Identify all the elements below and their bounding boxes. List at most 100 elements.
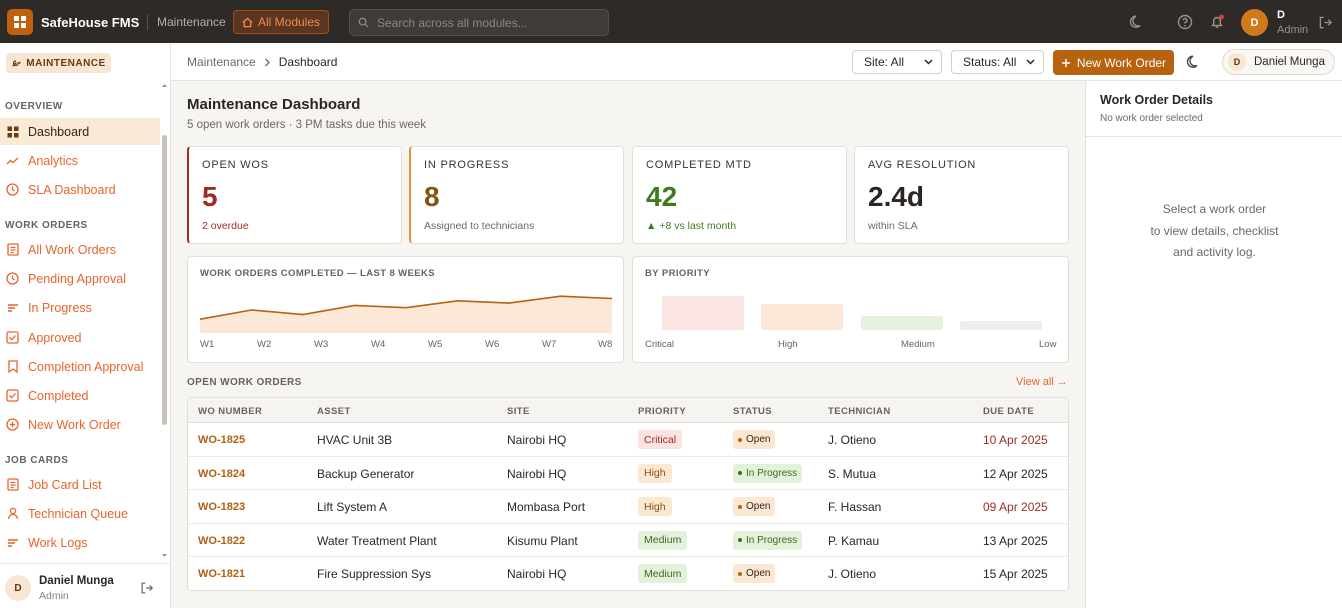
sidebar-item-label: Dashboard — [28, 124, 90, 139]
sidebar: MAINTENANCE OVERVIEW Dashboard Analytics… — [0, 43, 171, 608]
sidebar-scrollbar[interactable] — [162, 83, 167, 603]
site-filter-value: Site: All — [864, 55, 905, 69]
due-date-cell: 10 Apr 2025 — [983, 433, 1048, 447]
kpi-completed-mtd[interactable]: COMPLETED MTD 42 ▲ +8 vs last month — [632, 146, 847, 244]
help-icon[interactable] — [1176, 13, 1194, 31]
page-subtitle: 5 open work orders · 3 PM tasks due this… — [187, 119, 427, 131]
wo-number-link[interactable]: WO-1825 — [198, 434, 245, 446]
sidebar-item-pending-approval[interactable]: Pending Approval — [0, 265, 160, 292]
wo-number-link[interactable]: WO-1823 — [198, 501, 245, 513]
logout-icon[interactable] — [140, 581, 154, 595]
site-cell: Nairobi HQ — [507, 466, 567, 481]
module-chip: MAINTENANCE — [6, 53, 111, 73]
kpi-avg-resolution[interactable]: AVG RESOLUTION 2.4d within SLA — [854, 146, 1069, 244]
scrollbar-thumb[interactable] — [162, 135, 167, 425]
week-label: W5 — [428, 339, 443, 350]
list-doc-icon — [6, 243, 19, 256]
kpi-value: 42 — [646, 181, 678, 212]
status-badge: Open — [733, 497, 776, 516]
site-cell: Mombasa Port — [507, 500, 586, 514]
chevron-down-icon — [1026, 59, 1035, 65]
kpi-label: OPEN WOS — [202, 159, 269, 171]
empty-line: to view details, checklist — [1150, 223, 1279, 238]
status-label: In Progress — [746, 534, 798, 546]
new-work-order-button[interactable]: New Work Order — [1053, 50, 1174, 75]
sidebar-item-analytics[interactable]: Analytics — [0, 147, 160, 174]
kpi-in-progress[interactable]: IN PROGRESS 8 Assigned to technicians — [409, 146, 624, 244]
status-dot-icon — [738, 571, 742, 576]
logout-icon[interactable] — [1316, 13, 1334, 31]
priority-bar[interactable] — [761, 304, 843, 330]
status-badge: Open — [733, 564, 776, 583]
global-search[interactable] — [349, 9, 609, 36]
plus-icon — [1061, 58, 1070, 67]
status-dot-icon — [738, 471, 742, 475]
wo-number-link[interactable]: WO-1821 — [198, 568, 245, 580]
trend-chart — [200, 295, 612, 333]
chevron-down-icon — [924, 59, 933, 65]
theme-toggle-icon[interactable] — [1186, 54, 1202, 70]
work-order-details-panel: Work Order Details No work order selecte… — [1085, 81, 1342, 608]
sidebar-item-completed[interactable]: Completed — [0, 382, 160, 409]
footer-user-name: Daniel Munga — [39, 575, 114, 587]
app-logo-icon[interactable] — [7, 9, 33, 35]
sidebar-item-technician-queue[interactable]: Technician Queue — [0, 500, 160, 527]
view-all-link[interactable]: View all → — [1016, 376, 1068, 388]
search-input[interactable] — [377, 15, 597, 30]
column-header[interactable]: TECHNICIAN — [828, 406, 891, 417]
user-menu[interactable]: D Daniel Munga — [1222, 49, 1335, 75]
column-header[interactable]: PRIORITY — [638, 406, 686, 417]
sidebar-item-job-card-list[interactable]: Job Card List — [0, 471, 160, 498]
priority-label: Critical — [645, 339, 675, 350]
sidebar-item-all-work-orders[interactable]: All Work Orders — [0, 236, 160, 263]
priority-bar[interactable] — [960, 321, 1042, 330]
priority-bar[interactable] — [861, 316, 943, 330]
due-date-cell: 15 Apr 2025 — [983, 567, 1048, 581]
kpi-open-wos[interactable]: OPEN WOS 5 2 overdue — [187, 146, 402, 244]
asset-cell: Backup Generator — [317, 466, 415, 481]
table-row[interactable]: WO-1823 Lift System A Mombasa Port High Open… — [188, 490, 1068, 524]
module-crumb[interactable]: Maintenance — [157, 15, 226, 29]
sidebar-item-completion-approval[interactable]: Completion Approval — [0, 353, 160, 380]
status-dot-icon — [738, 504, 742, 509]
chevron-right-icon — [264, 58, 270, 66]
breadcrumb: Maintenance Dashboard — [187, 55, 337, 69]
column-header[interactable]: WO NUMBER — [198, 406, 262, 417]
avatar[interactable]: D — [5, 575, 31, 601]
site-cell: Nairobi HQ — [507, 567, 567, 581]
notifications-bell-icon[interactable] — [1208, 13, 1226, 31]
details-title: Work Order Details — [1100, 93, 1214, 107]
breadcrumb-maintenance[interactable]: Maintenance — [187, 55, 256, 69]
sidebar-item-in-progress[interactable]: In Progress — [0, 294, 160, 321]
wo-number-link[interactable]: WO-1822 — [198, 535, 245, 547]
column-header[interactable]: ASSET — [317, 406, 351, 417]
all-modules-button[interactable]: All Modules — [233, 10, 329, 34]
sidebar-item-sla-dashboard[interactable]: SLA Dashboard — [0, 176, 160, 203]
site-filter-select[interactable]: Site: All — [852, 50, 942, 74]
sidebar-item-dashboard[interactable]: Dashboard — [0, 118, 160, 145]
column-header[interactable]: DUE DATE — [983, 406, 1034, 417]
footer-user-role: Admin — [39, 590, 69, 602]
sidebar-item-new-work-order[interactable]: New Work Order — [0, 411, 160, 438]
sidebar-item-work-logs[interactable]: Work Logs — [0, 529, 160, 556]
week-label: W2 — [257, 339, 272, 350]
table-row[interactable]: WO-1822 Water Treatment Plant Kisumu Plant… — [188, 524, 1068, 557]
column-header[interactable]: STATUS — [733, 406, 772, 417]
priority-bar[interactable] — [662, 296, 744, 330]
priority-badge: High — [638, 497, 672, 516]
wo-number-link[interactable]: WO-1824 — [198, 468, 245, 480]
table-row[interactable]: WO-1825 HVAC Unit 3B Nairobi HQ Critical Ope… — [188, 423, 1068, 457]
user-avatar[interactable]: D — [1241, 9, 1268, 36]
table-row[interactable]: WO-1821 Fire Suppression Sys Nairobi HQ Med… — [188, 557, 1068, 590]
site-cell: Kisumu Plant — [507, 533, 578, 548]
sidebar-item-approved[interactable]: Approved — [0, 324, 160, 351]
status-badge: In Progress — [733, 530, 803, 550]
user-icon — [6, 507, 19, 520]
table-row[interactable]: WO-1824 Backup Generator Nairobi HQ High In … — [188, 457, 1068, 490]
column-header[interactable]: SITE — [507, 406, 530, 417]
lines-icon — [6, 301, 19, 314]
page-title: Maintenance Dashboard — [187, 96, 361, 113]
status-filter-select[interactable]: Status: All — [951, 50, 1044, 74]
theme-toggle-icon[interactable] — [1128, 13, 1146, 31]
site-cell: Nairobi HQ — [507, 433, 567, 447]
